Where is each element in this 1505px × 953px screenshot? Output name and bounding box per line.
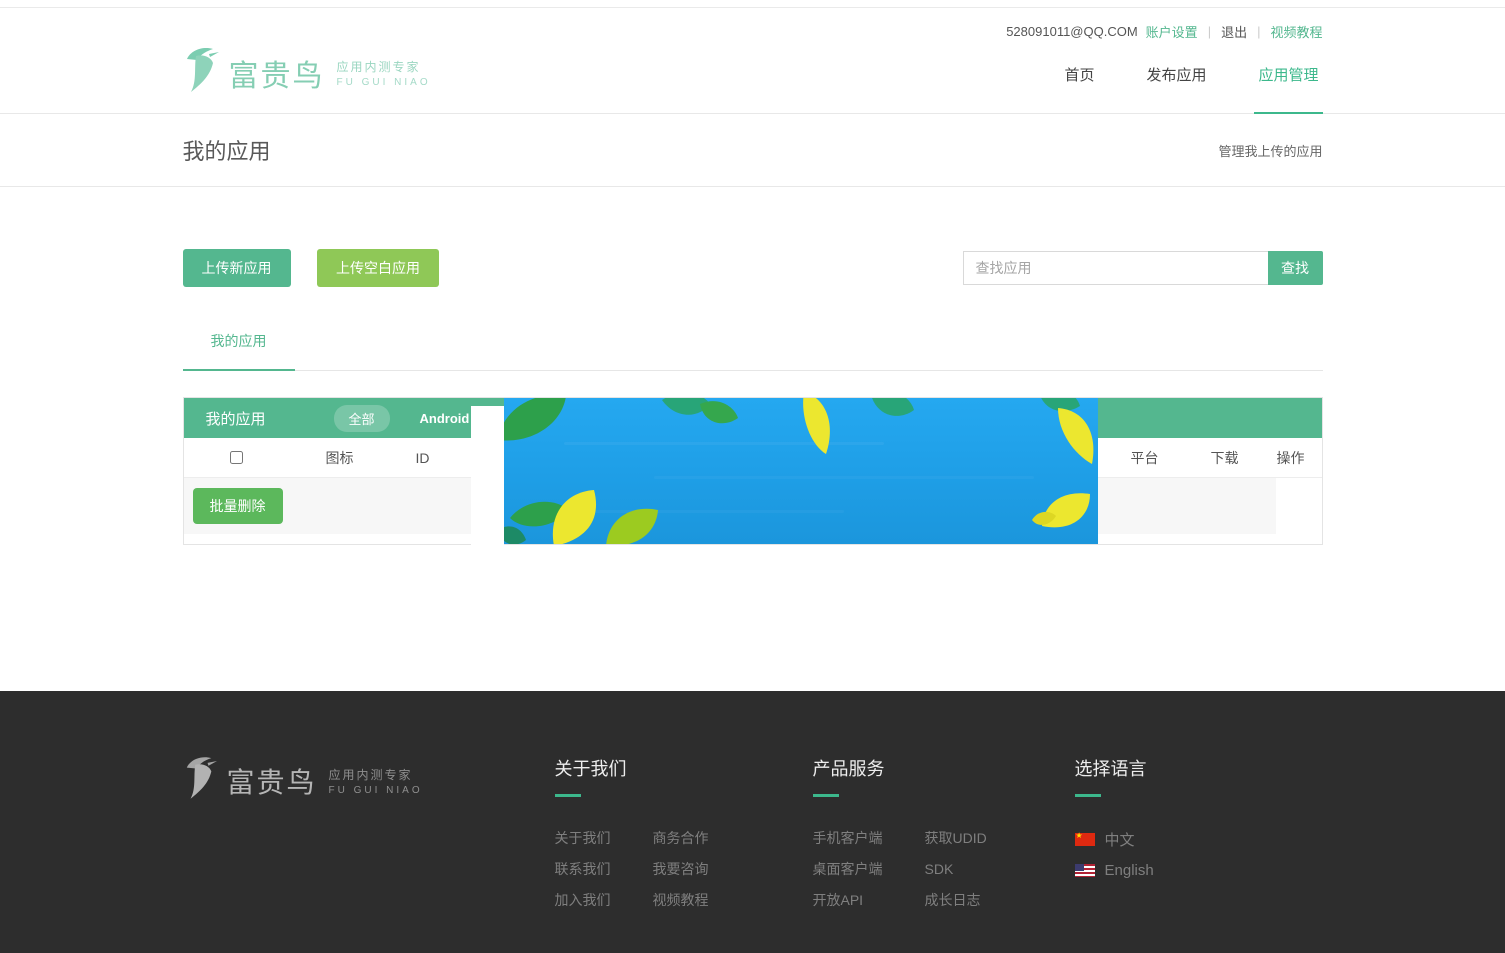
column-action: 操作 [1260,448,1322,468]
brand-name: 富贵鸟 [227,761,317,801]
nav-item-publish-app[interactable]: 发布应用 [1142,64,1210,113]
brand-latin: FU GUI NIAO [337,77,431,88]
titlebar: 我的应用 管理我上传的应用 [0,114,1505,187]
account-settings-link[interactable]: 账户设置 [1146,22,1198,41]
footer-link-mobile-client[interactable]: 手机客户端 [813,829,883,847]
footer-link-business-cooperation[interactable]: 商务合作 [653,829,709,847]
separator: | [1208,24,1211,39]
footer-section-language: 选择语言 中文 English [1075,755,1154,891]
footer-link-desktop-client[interactable]: 桌面客户端 [813,860,883,878]
user-email: 528091011@QQ.COM [1006,24,1137,39]
page-title: 我的应用 [183,134,271,166]
blue-leaves-image-overlay [471,398,1098,546]
footer-section-products: 产品服务 手机客户端 桌面客户端 开放API 获取UDID SDK 成长日志 [813,755,1075,922]
language-label: English [1105,862,1154,879]
footer-brand-logo: 富贵鸟 应用内测专家 FU GUI NIAO [183,755,555,806]
column-id: ID [392,450,454,466]
toolbar: 上传新应用 上传空白应用 查找 [183,249,1323,287]
filter-all[interactable]: 全部 [334,405,390,432]
content: 上传新应用 上传空白应用 查找 我的应用 我的应用 全部 Android 图标 … [183,249,1323,545]
logout-link[interactable]: 退出 [1221,22,1247,41]
my-apps-panel: 我的应用 全部 Android 图标 ID 平台 下载 操作 批量删除 [183,397,1323,545]
language-option-chinese[interactable]: 中文 [1075,829,1154,850]
cn-flag-icon [1075,833,1095,846]
footer-link-video-tutorial[interactable]: 视频教程 [653,891,709,909]
batch-delete-button[interactable]: 批量删除 [193,488,283,524]
search-input[interactable] [963,251,1268,285]
filter-android[interactable]: Android [420,411,470,426]
language-label: 中文 [1105,829,1135,850]
footer-link-consult[interactable]: 我要咨询 [653,860,709,878]
upload-new-app-button[interactable]: 上传新应用 [183,249,291,287]
panel-title: 我的应用 [206,408,266,429]
brand-name: 富贵鸟 [229,51,325,95]
green-dash [555,794,581,797]
brand-tagline: 应用内测专家 [337,58,431,75]
header: 528091011@QQ.COM 账户设置 | 退出 | 视频教程 富贵鸟 应用… [0,8,1505,114]
green-dash [1075,794,1101,797]
tabs: 我的应用 [183,331,1323,371]
footer-link-sdk[interactable]: SDK [925,860,987,878]
search-group: 查找 [963,251,1323,285]
bird-logo-icon [183,46,219,99]
page-subtitle: 管理我上传的应用 [1218,141,1322,160]
nav-item-app-management[interactable]: 应用管理 [1254,64,1322,114]
search-button[interactable]: 查找 [1268,251,1323,285]
brand-tagline: 应用内测专家 [329,766,423,783]
footer-about-title: 关于我们 [555,755,813,781]
language-option-english[interactable]: English [1075,862,1154,879]
footer-link-get-udid[interactable]: 获取UDID [925,829,987,847]
brand-latin: FU GUI NIAO [329,785,423,796]
footer-link-contact-us[interactable]: 联系我们 [555,860,611,878]
page-top-divider [0,0,1505,8]
footer-link-open-api[interactable]: 开放API [813,891,883,909]
footer-section-about: 关于我们 关于我们 联系我们 加入我们 商务合作 我要咨询 视频教程 [555,755,813,922]
blue-leaves-image [504,398,1098,544]
green-dash [813,794,839,797]
footer-link-about-us[interactable]: 关于我们 [555,829,611,847]
footer-language-title: 选择语言 [1075,755,1154,781]
nav-item-home[interactable]: 首页 [1060,64,1098,113]
bird-logo-icon [183,755,217,806]
footer-link-growth-log[interactable]: 成长日志 [925,891,987,909]
overlay-white-strip [471,406,504,546]
brand-logo[interactable]: 富贵鸟 应用内测专家 FU GUI NIAO [183,46,431,113]
select-all-checkbox[interactable] [230,451,243,464]
main-nav: 首页 发布应用 应用管理 [1060,64,1322,113]
column-platform: 平台 [1100,448,1190,468]
footer: 富贵鸟 应用内测专家 FU GUI NIAO 关于我们 关于我们 联系我们 加入… [0,691,1505,953]
tab-my-apps[interactable]: 我的应用 [183,331,295,371]
us-flag-icon [1075,864,1095,877]
upload-blank-app-button[interactable]: 上传空白应用 [317,249,439,287]
footer-products-title: 产品服务 [813,755,1075,781]
footer-link-join-us[interactable]: 加入我们 [555,891,611,909]
column-download: 下载 [1190,448,1260,468]
video-tutorial-link[interactable]: 视频教程 [1270,22,1322,41]
account-bar: 528091011@QQ.COM 账户设置 | 退出 | 视频教程 [183,8,1323,38]
column-icon: 图标 [288,448,392,468]
separator: | [1257,24,1260,39]
